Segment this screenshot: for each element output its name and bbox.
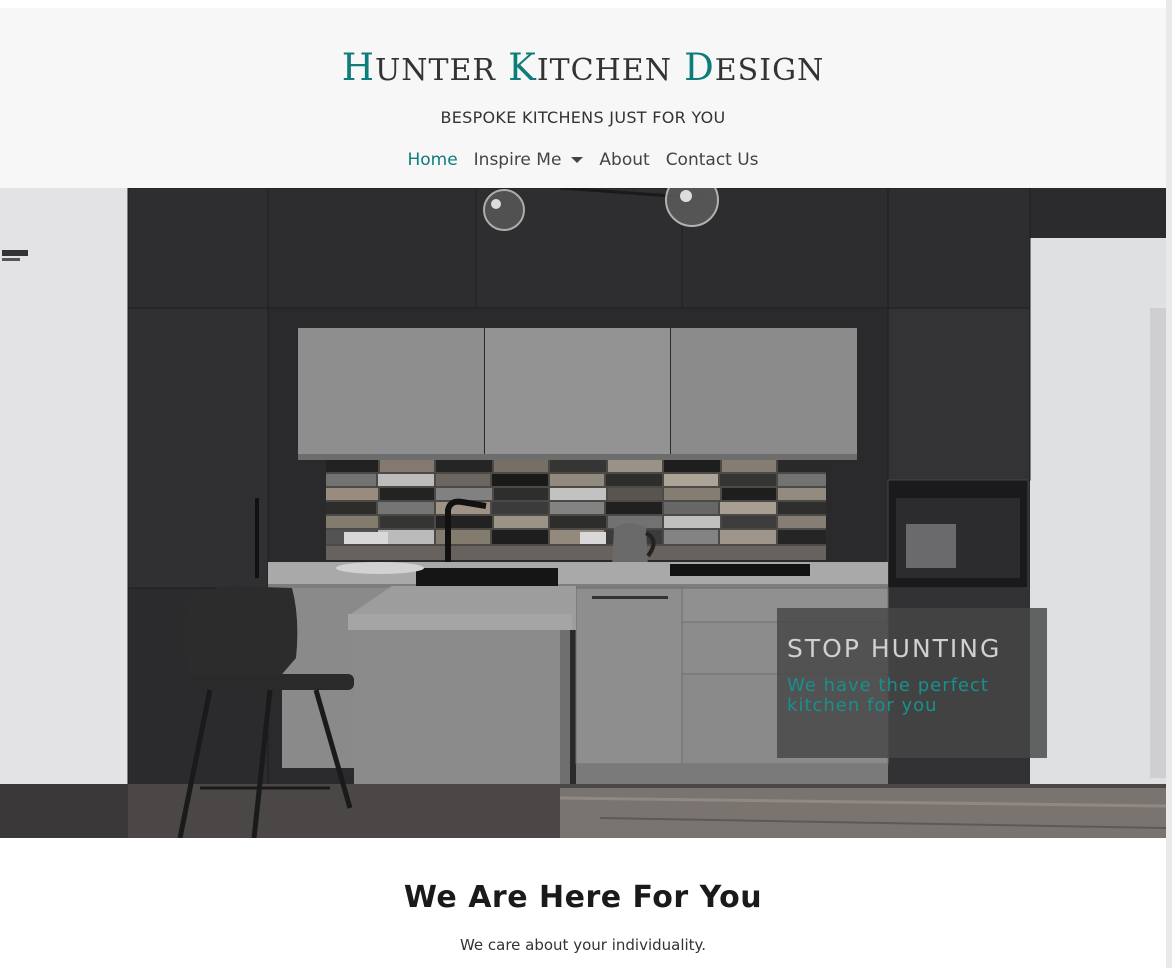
section-subtitle: We care about your individuality. bbox=[459, 936, 707, 954]
brand-initial: D bbox=[684, 46, 715, 89]
nav-item-inspire-me[interactable]: Inspire Me bbox=[474, 150, 584, 170]
nav-item-label: About bbox=[599, 150, 650, 170]
brand-initial: H bbox=[341, 46, 375, 89]
scrollbar[interactable] bbox=[1166, 0, 1172, 968]
brand-text: ESIGN bbox=[714, 53, 825, 88]
nav-item-home[interactable]: Home bbox=[407, 150, 457, 170]
nav-item-label: Inspire Me bbox=[473, 150, 562, 170]
page: HUNTER KITCHEN DESIGN BESPOKE KITCHENS J… bbox=[0, 0, 1172, 968]
caret-down-icon bbox=[571, 157, 584, 163]
section-title: We Are Here For You bbox=[403, 880, 763, 915]
main-nav: Home Inspire Me About Contact Us bbox=[0, 150, 1166, 170]
brand-initial: K bbox=[508, 46, 537, 89]
top-strip bbox=[0, 0, 1172, 8]
tagline: BESPOKE KITCHENS JUST FOR YOU bbox=[440, 108, 726, 127]
hero-title: STOP HUNTING bbox=[787, 634, 1002, 663]
brand-text: ITCHEN bbox=[536, 53, 672, 88]
brand-logo[interactable]: HUNTER KITCHEN DESIGN bbox=[0, 46, 1166, 89]
nav-item-contact-us[interactable]: Contact Us bbox=[666, 150, 759, 170]
nav-item-label: Contact Us bbox=[665, 150, 759, 170]
nav-item-label: Home bbox=[407, 150, 458, 170]
nav-item-about[interactable]: About bbox=[599, 150, 649, 170]
hero-caption-box: STOP HUNTING We have the perfect kitchen… bbox=[777, 608, 1047, 758]
hero-subtitle: We have the perfect kitchen for you bbox=[787, 675, 989, 716]
brand-text: UNTER bbox=[374, 53, 497, 88]
hero-section: STOP HUNTING We have the perfect kitchen… bbox=[0, 188, 1166, 838]
site-header: HUNTER KITCHEN DESIGN BESPOKE KITCHENS J… bbox=[0, 8, 1166, 188]
